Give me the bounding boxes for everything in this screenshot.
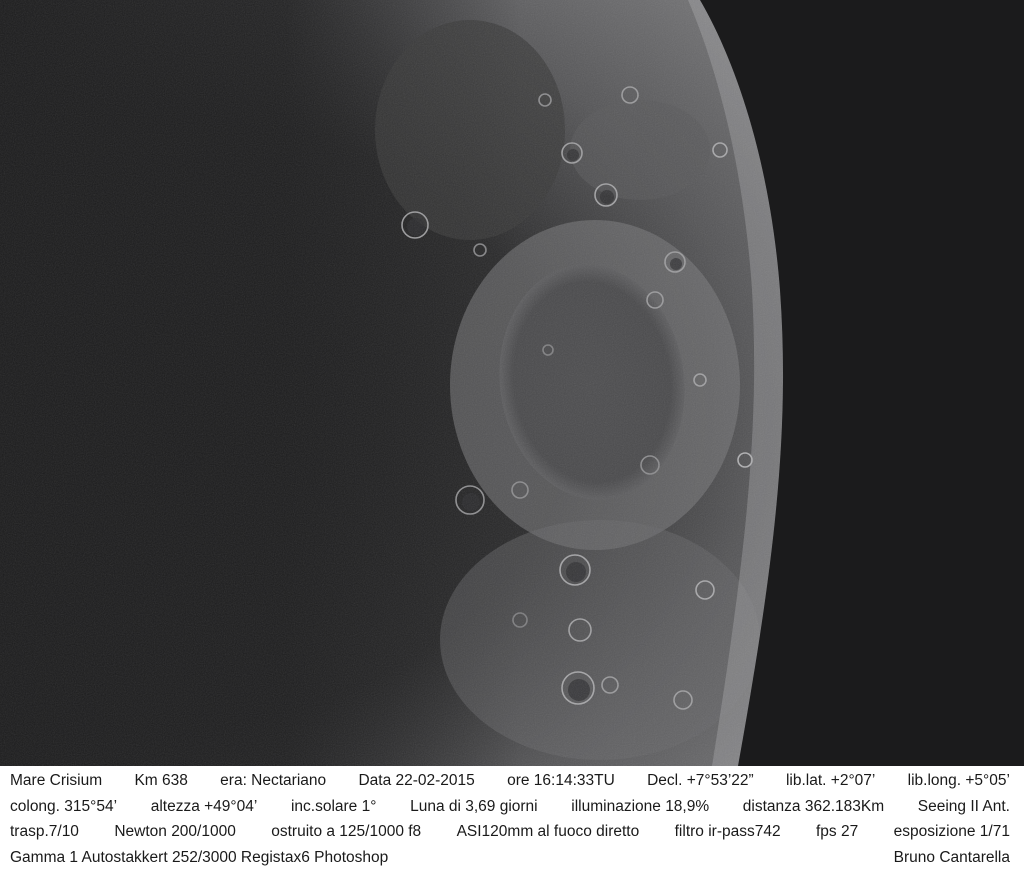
caption-camera: ASI120mm al fuoco diretto bbox=[456, 823, 640, 840]
caption-date: Data 22-02-2015 bbox=[358, 772, 475, 789]
caption-telescope: Newton 200/1000 bbox=[114, 823, 236, 840]
caption-declination: Decl. +7°53’22” bbox=[647, 772, 754, 789]
caption-altitude: altezza +49°04’ bbox=[150, 797, 258, 815]
caption-filter: filtro ir-pass742 bbox=[674, 823, 781, 840]
caption-processing: Gamma 1 Autostakkert 252/3000 Registax6 … bbox=[10, 848, 389, 866]
caption-line-1: Mare Crisium Km 638 era: Nectariano Data… bbox=[10, 768, 1010, 794]
caption-panel: Mare Crisium Km 638 era: Nectariano Data… bbox=[0, 766, 1024, 870]
caption-line-4: Gamma 1 Autostakkert 252/3000 Registax6 … bbox=[10, 845, 1010, 870]
caption-seeing: Seeing II Ant. bbox=[917, 797, 1010, 815]
caption-credit: Bruno Cantarella bbox=[893, 848, 1010, 866]
caption-obstruction: ostruito a 125/1000 f8 bbox=[271, 823, 422, 840]
caption-illumination: illuminazione 18,9% bbox=[571, 797, 710, 815]
moon-photo bbox=[0, 0, 1024, 766]
caption-time: ore 16:14:33TU bbox=[507, 772, 615, 789]
caption-lib-lat: lib.lat. +2°07’ bbox=[785, 772, 876, 789]
caption-colongitude: colong. 315°54’ bbox=[10, 797, 118, 815]
caption-distance: distanza 362.183Km bbox=[742, 797, 885, 815]
caption-era: era: Nectariano bbox=[220, 772, 327, 789]
caption-solar-incidence: inc.solare 1° bbox=[290, 797, 377, 815]
caption-object: Mare Crisium bbox=[10, 772, 103, 789]
caption-line-3: trasp.7/10 Newton 200/1000 ostruito a 12… bbox=[10, 819, 1010, 845]
caption-lib-long: lib.long. +5°05’ bbox=[907, 772, 1010, 789]
moon-image bbox=[0, 0, 1024, 766]
caption-exposure: esposizione 1/71 bbox=[893, 823, 1010, 840]
caption-transparency: trasp.7/10 bbox=[10, 823, 79, 840]
caption-moon-age: Luna di 3,69 giorni bbox=[410, 797, 538, 815]
caption-size: Km 638 bbox=[134, 772, 188, 789]
caption-fps: fps 27 bbox=[815, 823, 859, 840]
caption-line-2: colong. 315°54’ altezza +49°04’ inc.sola… bbox=[10, 794, 1010, 820]
